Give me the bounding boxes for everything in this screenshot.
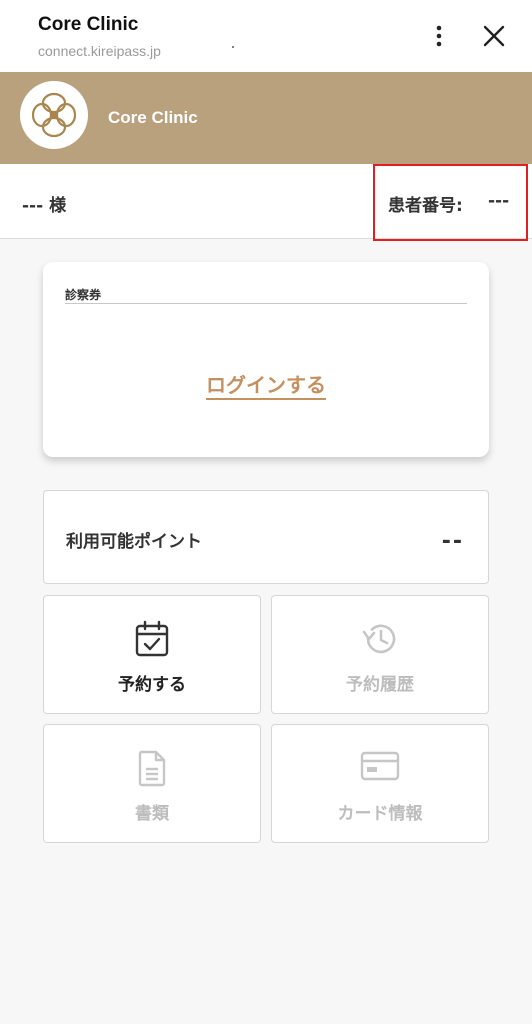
documents-button[interactable]: 書類 <box>43 724 261 843</box>
browser-title: Core Clinic <box>38 14 139 35</box>
login-link-wrap: ログインする <box>43 369 489 400</box>
divider <box>65 303 467 304</box>
document-icon <box>138 750 166 787</box>
documents-label: 書類 <box>135 804 169 824</box>
points-panel: 利用可能ポイント -- <box>43 490 489 584</box>
decorative-dot <box>232 46 234 48</box>
reserve-label: 予約する <box>118 675 186 695</box>
clinic-logo <box>20 81 88 149</box>
close-button[interactable] <box>478 20 510 52</box>
calendar-check-icon <box>135 620 169 657</box>
patient-info-bar: --- 様 患者番号: --- <box>0 164 532 241</box>
points-label: 利用可能ポイント <box>66 532 202 552</box>
browser-top-bar: Core Clinic connect.kireipass.jp <box>0 0 532 72</box>
close-icon <box>483 25 505 47</box>
card-info-button[interactable]: カード情報 <box>271 724 489 843</box>
patient-id-value: --- <box>488 191 510 211</box>
more-menu-button[interactable] <box>424 20 454 52</box>
credit-card-icon <box>360 751 400 781</box>
patient-card-label: 診察券 <box>65 288 102 302</box>
clinic-banner: Core Clinic <box>0 72 532 164</box>
patient-id-label: 患者番号: <box>388 196 463 216</box>
patient-name: --- 様 <box>22 196 67 216</box>
reservation-history-button[interactable]: 予約履歴 <box>271 595 489 714</box>
patient-card: 診察券 ログインする <box>43 262 489 457</box>
more-vertical-icon <box>436 25 442 47</box>
card-info-label: カード情報 <box>337 804 423 824</box>
browser-url: connect.kireipass.jp <box>38 43 161 59</box>
history-icon <box>362 624 396 654</box>
login-link[interactable]: ログインする <box>206 373 326 400</box>
points-value: -- <box>441 529 464 554</box>
reserve-button[interactable]: 予約する <box>43 595 261 714</box>
reservation-history-label: 予約履歴 <box>346 675 414 695</box>
clinic-name: Core Clinic <box>108 108 198 127</box>
